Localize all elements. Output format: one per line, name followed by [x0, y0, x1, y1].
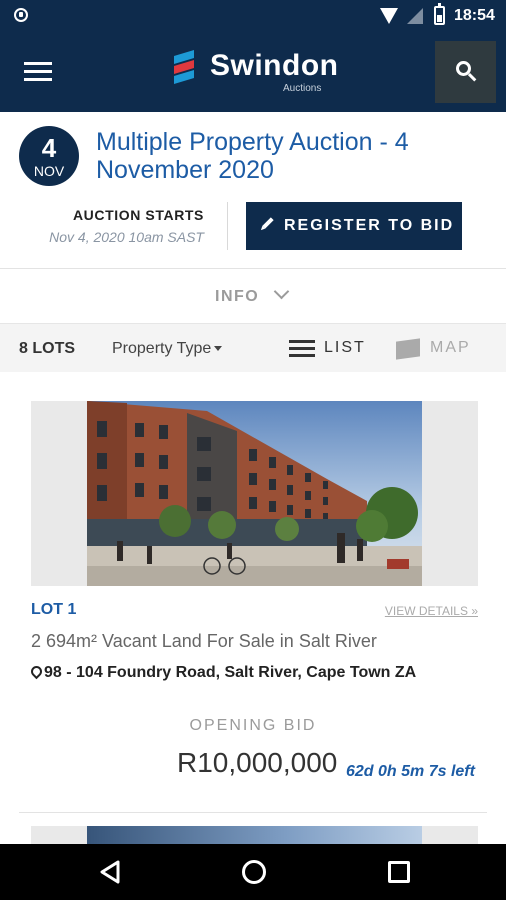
property-type-label: Property Type — [112, 340, 212, 357]
app-bar: Swindon Auctions — [0, 32, 506, 112]
list-icon — [289, 340, 315, 358]
auction-date-month: NOV — [33, 163, 65, 179]
auction-title: Multiple Property Auction - 4 November 2… — [96, 128, 409, 184]
info-toggle[interactable]: INFO — [0, 269, 506, 323]
building-photo — [87, 401, 422, 586]
auction-starts-label: AUCTION STARTS — [72, 207, 204, 223]
status-clock: 18:54 — [454, 7, 495, 24]
map-pin-icon — [31, 666, 40, 678]
opening-bid-label: OPENING BID — [189, 717, 317, 734]
logo-name: Swindon — [210, 49, 339, 82]
lot-image[interactable] — [31, 401, 478, 586]
recents-icon[interactable] — [388, 861, 410, 883]
lot-address-text: 98 - 104 Foundry Road, Salt River, Cape … — [44, 664, 417, 681]
register-to-bid-button[interactable]: REGISTER TO BID — [246, 202, 462, 250]
info-label: INFO — [215, 288, 260, 305]
battery-charging-icon — [434, 3, 445, 25]
divider — [19, 812, 487, 813]
auction-date-day: 4 — [41, 133, 57, 163]
next-lot-image[interactable] — [31, 826, 478, 844]
view-details-link[interactable]: VIEW DETAILS » — [300, 604, 478, 618]
time-left: 62d 0h 5m 7s left — [346, 763, 475, 780]
search-button[interactable] — [435, 41, 496, 103]
filter-bar: 8 LOTS Property Type LIST MAP — [0, 323, 506, 372]
status-bar: 18:54 — [0, 0, 506, 32]
logo-subtitle: Auctions — [283, 83, 322, 94]
map-view-label: MAP — [430, 339, 471, 356]
list-view-label: LIST — [324, 339, 366, 356]
lot-title: 2 694m² Vacant Land For Sale in Salt Riv… — [31, 631, 377, 651]
hamburger-menu-icon[interactable] — [24, 60, 54, 82]
register-to-bid-label: REGISTER TO BID — [284, 217, 455, 234]
chevron-down-icon — [273, 283, 290, 300]
lots-count: 8 LOTS — [19, 340, 76, 357]
system-nav-bar — [0, 844, 506, 900]
pencil-icon — [262, 217, 274, 229]
list-view-toggle[interactable]: LIST — [289, 337, 369, 361]
auction-date-badge: 4 NOV — [19, 126, 79, 186]
caret-down-icon — [214, 346, 223, 352]
opening-bid-value: R10,000,000 — [177, 747, 338, 778]
divider — [227, 202, 228, 250]
lot-number: LOT 1 — [31, 601, 77, 618]
no-signal-icon — [407, 8, 423, 24]
property-type-dropdown[interactable]: Property Type — [112, 340, 223, 358]
swindon-logo[interactable]: Swindon Auctions — [170, 48, 350, 98]
lot-address: 98 - 104 Foundry Road, Salt River, Cape … — [31, 664, 416, 682]
map-icon — [396, 338, 420, 360]
shield-icon — [14, 8, 28, 22]
wifi-icon — [380, 8, 398, 24]
back-icon[interactable] — [98, 860, 122, 884]
home-icon[interactable] — [242, 860, 266, 884]
auction-starts-value: Nov 4, 2020 10am SAST — [49, 229, 204, 245]
map-view-toggle[interactable]: MAP — [396, 337, 476, 361]
lot-card: LOT 1 VIEW DETAILS » 2 694m² Vacant Land… — [0, 372, 506, 813]
logo-mark-icon — [174, 50, 194, 84]
